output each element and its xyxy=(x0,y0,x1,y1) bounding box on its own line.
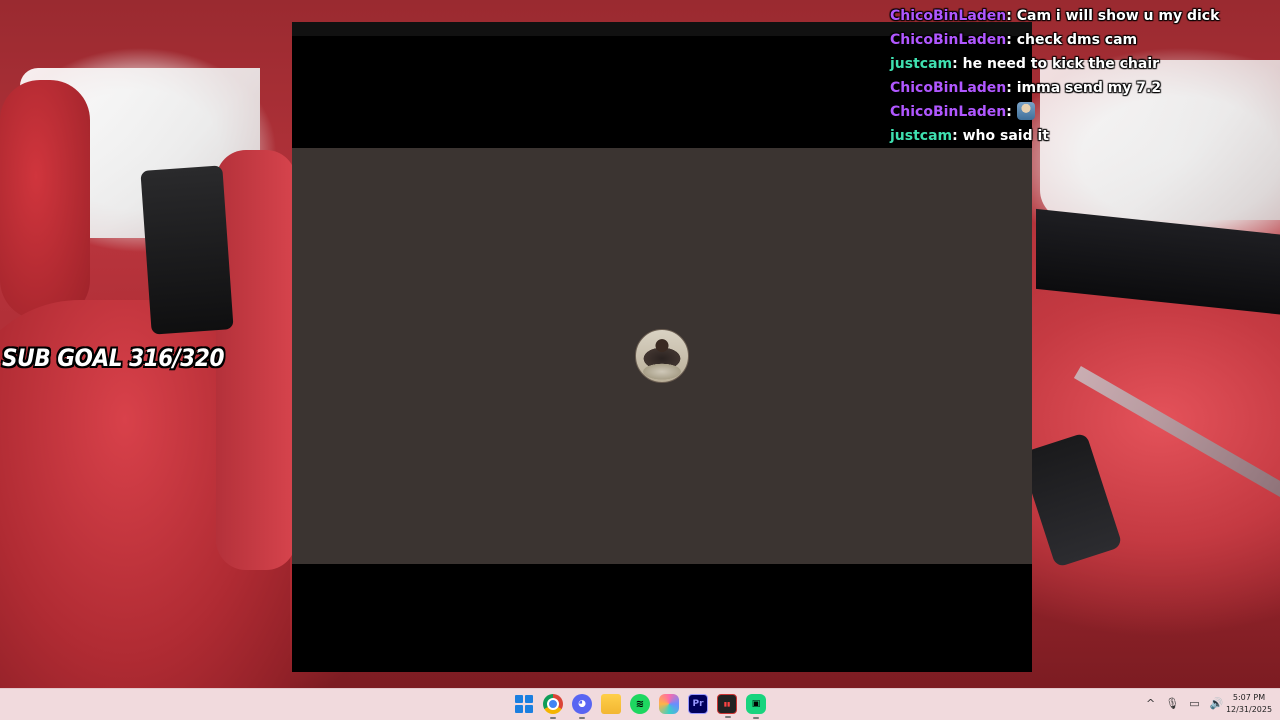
video-area[interactable] xyxy=(292,148,1032,564)
clock-time: 5:07 PM xyxy=(1232,693,1266,702)
spotify-icon[interactable]: ≋ xyxy=(630,694,650,714)
chat-message: ChicoBinLaden: check dms cam xyxy=(890,32,1138,48)
chat-message: justcam: he need to kick the chair xyxy=(890,56,1160,72)
taskbar: ◕ ≋ Pr ▮▮ ▣ ^ 🎙 ▭ 🔊 5:07 PM 12/31/2025 xyxy=(0,688,1280,720)
wallpaper-dash-screen xyxy=(1036,208,1280,316)
wallpaper-seat-left xyxy=(0,80,90,320)
chat-text: imma send my 7.2 xyxy=(1016,80,1162,96)
chat-username: ChicoBinLaden xyxy=(890,80,1007,96)
chat-username: ChicoBinLaden xyxy=(890,8,1007,24)
chat-message: ChicoBinLaden: xyxy=(890,100,1280,124)
chevron-up-icon[interactable]: ^ xyxy=(1146,697,1155,710)
movie-icon[interactable]: ▮▮ xyxy=(717,694,737,718)
clock-date: 12/31/2025 xyxy=(1225,705,1273,714)
premiere-icon[interactable]: Pr xyxy=(688,694,708,714)
windows-start-icon[interactable] xyxy=(514,694,534,714)
chat-username: ChicoBinLaden xyxy=(890,32,1007,48)
sub-goal-overlay: SUB GOAL 316/320 xyxy=(2,344,225,372)
chat-username: justcam xyxy=(890,128,953,144)
chat-text: check dms cam xyxy=(1016,32,1138,48)
taskbar-apps: ◕ ≋ Pr ▮▮ ▣ xyxy=(514,694,766,719)
microphone-icon[interactable]: 🎙 xyxy=(1165,697,1179,710)
chat-username: justcam xyxy=(890,56,953,72)
chrome-icon[interactable] xyxy=(543,694,563,719)
person-emote-icon xyxy=(1016,102,1035,120)
chat-text: who said it xyxy=(962,128,1049,144)
chat-overlay: ChicoBinLaden: Cam i will show u my dick… xyxy=(890,4,1280,148)
chat-message: ChicoBinLaden: Cam i will show u my dick xyxy=(890,8,1220,24)
volume-icon[interactable]: 🔊 xyxy=(1210,697,1224,710)
discord-icon[interactable]: ◕ xyxy=(572,694,592,719)
user-avatar xyxy=(635,329,689,383)
chat-username: ChicoBinLaden xyxy=(890,104,1007,120)
wallpaper-headrest-screen xyxy=(140,165,234,335)
clock[interactable]: 5:07 PM 12/31/2025 xyxy=(1224,692,1274,716)
folder-icon[interactable] xyxy=(601,694,621,714)
chat-text: he need to kick the chair xyxy=(962,56,1160,72)
network-icon[interactable]: ▭ xyxy=(1189,697,1199,710)
chat-message: ChicoBinLaden: imma send my 7.2 xyxy=(890,80,1162,96)
system-tray: ^ 🎙 ▭ 🔊 xyxy=(1146,697,1223,710)
wallpaper-seat-back xyxy=(216,150,296,570)
wallpaper-trim xyxy=(1073,365,1280,509)
wallpaper-console xyxy=(1019,432,1123,568)
chat-text: Cam i will show u my dick xyxy=(1016,8,1220,24)
green-app-icon[interactable]: ▣ xyxy=(746,694,766,719)
copilot-icon[interactable] xyxy=(659,694,679,714)
chat-message: justcam: who said it xyxy=(890,128,1049,144)
